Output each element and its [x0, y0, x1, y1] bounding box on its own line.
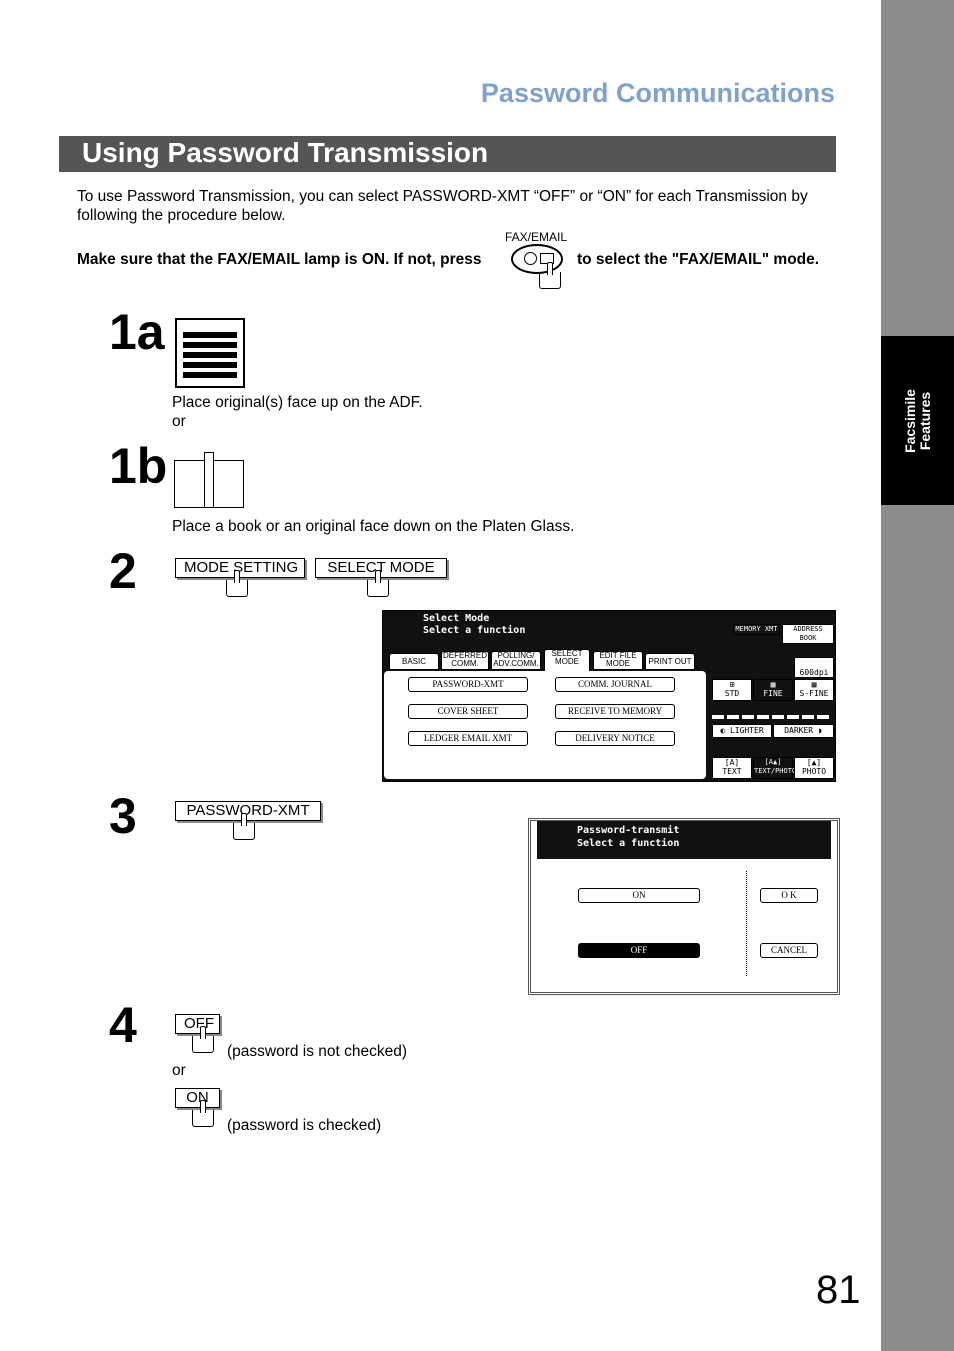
fax-email-button-icon	[511, 244, 563, 274]
darker-label: DARKER	[784, 726, 814, 735]
address-book-button[interactable]: ADDRESS BOOK	[782, 624, 834, 644]
chapter-tab-line1: Facsimile	[901, 388, 918, 453]
chapter-tab: Facsimile Features	[881, 336, 954, 505]
off-description: (password is not checked)	[227, 1043, 408, 1060]
contrast-level-bar	[712, 715, 832, 719]
banner-title: Using Password Transmission	[82, 137, 489, 168]
memory-xmt-button[interactable]: MEMORY XMT	[733, 624, 780, 635]
password-xmt-key[interactable]: PASSWORD-XMT	[175, 801, 321, 821]
book-icon	[174, 452, 244, 508]
press-hand-icon	[539, 262, 561, 289]
600dpi-button[interactable]: 600dpi	[794, 657, 834, 678]
press-hand-icon	[192, 1026, 214, 1053]
step-2-number: 2	[109, 543, 137, 599]
intro-text: To use Password Transmission, you can se…	[77, 188, 808, 224]
divider	[746, 871, 747, 976]
darker-button[interactable]: DARKER ◗	[773, 724, 834, 738]
page-number: 81	[816, 1268, 861, 1312]
adf-document-icon	[175, 318, 245, 388]
press-hand-icon	[367, 570, 389, 597]
tab-edit-file-mode[interactable]: EDIT FILE MODE	[593, 651, 643, 670]
lighter-label: LIGHTER	[729, 726, 764, 735]
password-xmt-button[interactable]: PASSWORD-XMT	[408, 677, 528, 692]
mode-setting-key[interactable]: MODE SETTING	[175, 558, 305, 578]
on-button[interactable]: ON	[578, 888, 700, 903]
ledger-email-xmt-button[interactable]: LEDGER EMAIL XMT	[408, 731, 528, 746]
press-hand-icon	[192, 1100, 214, 1127]
lcd-select-mode-screen: Select Mode Select a function MEMORY XMT…	[382, 610, 836, 782]
section-title: Password Communications	[480, 78, 835, 108]
chapter-tab-line2: Features	[916, 391, 933, 450]
comm-journal-button[interactable]: COMM. JOURNAL	[555, 677, 675, 692]
tab-select-mode[interactable]: SELECT MODE	[544, 649, 590, 673]
on-description: (password is checked)	[227, 1117, 382, 1134]
step-1a-or: or	[172, 413, 186, 430]
lighter-button[interactable]: ◐ LIGHTER	[712, 724, 772, 738]
off-button[interactable]: OFF	[578, 943, 700, 958]
text-mode-button[interactable]: [A] TEXT	[712, 757, 752, 779]
step-1b-number: 1b	[109, 438, 168, 494]
on-key[interactable]: ON	[175, 1088, 220, 1108]
side-margin-bar	[881, 0, 954, 1351]
page-banner: Using Password Transmission	[59, 136, 836, 172]
lcd-password-transmit-screen: Password-transmit Select a function ON O…	[528, 818, 840, 995]
text-mode-label: TEXT	[722, 767, 742, 776]
text-photo-label: TEXT/PHOTO	[754, 767, 797, 775]
tab-print-out[interactable]: PRINT OUT	[645, 653, 695, 670]
manual-page: Facsimile Features Password Communication…	[0, 0, 954, 1351]
step-1a-text: Place original(s) face up on the ADF.	[172, 394, 423, 411]
step-4-number: 4	[109, 997, 137, 1053]
step-4-or: or	[172, 1062, 186, 1079]
cancel-button[interactable]: CANCEL	[760, 943, 818, 958]
fine-label: FINE	[763, 689, 783, 698]
press-hand-icon	[226, 570, 248, 597]
std-label: STD	[724, 689, 740, 698]
off-key[interactable]: OFF	[175, 1014, 220, 1034]
lcd-header: Password-transmit Select a function	[537, 821, 831, 859]
delivery-notice-button[interactable]: DELIVERY NOTICE	[555, 731, 675, 746]
lcd-line2: Select a function	[423, 625, 526, 637]
photo-mode-button[interactable]: [▲] PHOTO	[794, 757, 834, 779]
text-photo-mode-button[interactable]: [A▲] TEXT/PHOTO	[753, 757, 797, 779]
s-fine-button[interactable]: ▦ S-FINE	[794, 679, 834, 701]
receive-to-memory-button[interactable]: RECEIVE TO MEMORY	[555, 704, 675, 719]
press-hand-icon	[233, 813, 255, 840]
step-3-number: 3	[109, 788, 137, 844]
lcd-function-panel: PASSWORD-XMT COMM. JOURNAL COVER SHEET R…	[384, 671, 706, 779]
photo-mode-label: PHOTO	[801, 767, 827, 776]
tab-basic-menu[interactable]: BASIC MENU	[389, 653, 439, 681]
tab-polling-adv-comm[interactable]: POLLING/ ADV.COMM.	[491, 651, 541, 670]
lamp-instruction-end: to select the "FAX/EMAIL" mode.	[577, 251, 820, 268]
cover-sheet-button[interactable]: COVER SHEET	[408, 704, 528, 719]
fine-button[interactable]: ▦ FINE	[753, 679, 793, 701]
step-1b-text: Place a book or an original face down on…	[172, 518, 575, 535]
step-1a-number: 1a	[109, 304, 165, 360]
std-button[interactable]: ⊞ STD	[712, 679, 752, 701]
600dpi-label: 600dpi	[799, 668, 829, 677]
s-fine-label: S-FINE	[799, 689, 829, 698]
lcd2-line2: Select a function	[577, 838, 680, 850]
lamp-instruction: Make sure that the FAX/EMAIL lamp is ON.…	[77, 251, 482, 268]
fax-email-label: FAX/EMAIL	[505, 230, 568, 244]
tab-deferred-comm[interactable]: DEFERRED COMM.	[441, 651, 489, 670]
ok-button[interactable]: O K	[760, 888, 818, 903]
lcd2-line1: Password-transmit	[577, 825, 680, 837]
lcd-line1: Select Mode	[423, 613, 490, 625]
select-mode-key[interactable]: SELECT MODE	[315, 558, 447, 578]
